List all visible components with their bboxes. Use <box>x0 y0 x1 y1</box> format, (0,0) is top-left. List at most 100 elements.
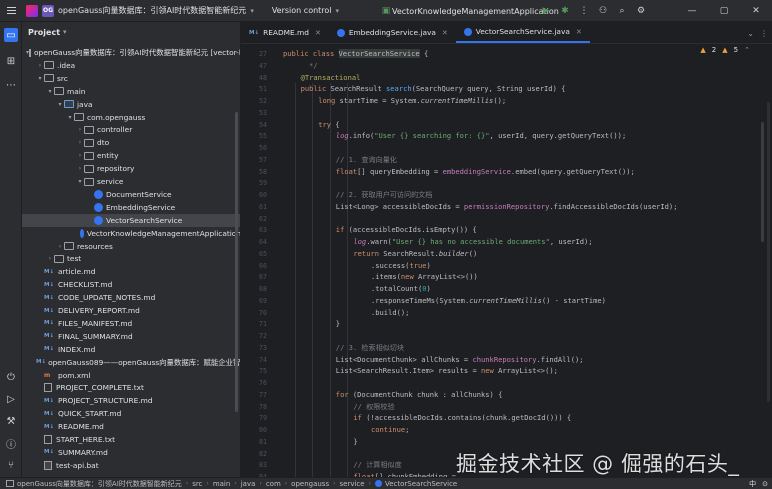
code-line[interactable]: List<Long> accessibleDocIds = permission… <box>336 201 678 213</box>
breadcrumb-item[interactable]: src <box>192 480 202 488</box>
tree-item[interactable]: PROJECT_COMPLETE.txt <box>22 381 240 394</box>
line-number[interactable]: 82 <box>239 450 267 458</box>
line-number[interactable]: 76 <box>239 379 267 387</box>
line-number[interactable]: 69 <box>239 297 267 305</box>
chevron-down-icon[interactable]: ▾ <box>336 7 340 15</box>
settings-icon[interactable]: ⚙ <box>635 5 647 17</box>
code-line[interactable]: float[] queryEmbedding = embeddingServic… <box>336 166 635 178</box>
breadcrumb-item[interactable]: VectorSearchService <box>375 480 457 488</box>
line-number[interactable]: 47 <box>239 62 267 70</box>
line-number[interactable]: 66 <box>239 262 267 270</box>
run-tool-icon[interactable]: ▷ <box>4 392 18 406</box>
line-number[interactable]: 64 <box>239 238 267 246</box>
close-icon[interactable]: ✕ <box>740 0 772 22</box>
line-number[interactable]: 55 <box>239 132 267 140</box>
line-number[interactable]: 60 <box>239 191 267 199</box>
tree-item[interactable]: M↓ CHECKLIST.md <box>22 278 240 291</box>
code-line[interactable]: for (DocumentChunk chunk : allChunks) { <box>336 389 503 401</box>
tree-item[interactable]: test-api.bat <box>22 459 240 472</box>
code-view[interactable]: public class VectorSearchService { */@Tr… <box>271 44 772 477</box>
tree-item[interactable]: M↓ README.md <box>22 420 240 433</box>
maximize-icon[interactable]: ▢ <box>708 0 740 22</box>
line-number[interactable]: 77 <box>239 391 267 399</box>
more-tools-icon[interactable]: ⋯ <box>4 78 18 92</box>
line-number[interactable]: 67 <box>239 273 267 281</box>
services-tool-icon[interactable]: ⏻ <box>4 370 18 384</box>
breadcrumb-item[interactable]: opengauss <box>291 480 329 488</box>
code-line[interactable]: List<SearchResult.Item> results = new Ar… <box>336 365 558 377</box>
line-number[interactable]: 53 <box>239 109 267 117</box>
tree-item[interactable]: › resources <box>22 240 240 253</box>
code-line[interactable]: return SearchResult.builder() <box>353 248 477 260</box>
line-number[interactable]: 62 <box>239 215 267 223</box>
chevron-right-icon[interactable]: › <box>46 255 54 262</box>
editor-tab[interactable]: M↓ README.md ✕ <box>241 22 329 43</box>
tree-item[interactable]: › repository <box>22 162 240 175</box>
chevron-down-icon[interactable]: ▾ <box>250 7 254 15</box>
tree-item[interactable]: M↓ PROJECT_STRUCTURE.md <box>22 394 240 407</box>
line-number[interactable]: 58 <box>239 168 267 176</box>
more-icon[interactable]: ⋮ <box>578 5 590 17</box>
breadcrumb-item[interactable]: openGauss向量数据库：引领AI时代数据智能新纪元 <box>6 479 182 489</box>
code-line[interactable]: if (!accessibleDocIds.contains(chunk.get… <box>353 412 571 424</box>
line-number[interactable]: 80 <box>239 426 267 434</box>
code-line[interactable]: if (accessibleDocIds.isEmpty()) { <box>336 224 477 236</box>
more-icon[interactable]: ⋮ <box>760 29 768 38</box>
code-line[interactable]: public class VectorSearchService { <box>283 48 428 60</box>
code-line[interactable]: // 1. 查询向量化 <box>336 154 397 166</box>
tree-item[interactable]: ▾ java <box>22 98 240 111</box>
code-line[interactable]: // 权限校验 <box>353 401 394 413</box>
debug-icon[interactable]: ✱ <box>559 5 571 17</box>
editor-scrollbar-track[interactable] <box>767 102 770 402</box>
code-line[interactable]: } <box>336 318 340 330</box>
line-number[interactable]: 74 <box>239 356 267 364</box>
code-line[interactable]: List<DocumentChunk> allChunks = chunkRep… <box>336 354 584 366</box>
chevron-right-icon[interactable]: › <box>56 243 64 250</box>
project-panel-header[interactable]: Project ▾ <box>22 22 240 42</box>
line-number[interactable]: 83 <box>239 461 267 469</box>
tree-item[interactable]: M↓ SUMMARY.md <box>22 446 240 459</box>
tree-item[interactable]: M↓ article.md <box>22 265 240 278</box>
line-number[interactable]: 54 <box>239 121 267 129</box>
line-number[interactable]: 79 <box>239 414 267 422</box>
project-tree-scrollbar[interactable] <box>235 112 238 412</box>
project-switcher[interactable]: openGauss向量数据库：引领AI时代数据智能新纪元 <box>58 5 246 16</box>
code-line[interactable]: public SearchResult search(SearchQuery q… <box>301 83 566 95</box>
version-control-menu[interactable]: Version control <box>272 6 332 15</box>
chevron-right-icon[interactable]: › <box>76 139 84 146</box>
line-number[interactable]: 71 <box>239 320 267 328</box>
code-line[interactable]: // 2. 获取用户可访问的文档 <box>336 189 433 201</box>
code-line[interactable]: log.info("User {} searching for: {}", us… <box>336 130 626 142</box>
editor-scrollbar-thumb[interactable] <box>761 122 764 242</box>
build-tool-icon[interactable]: ⚒ <box>4 414 18 428</box>
tree-item[interactable]: › .idea <box>22 59 240 72</box>
chevron-down-icon[interactable]: ▾ <box>66 114 74 121</box>
line-number[interactable]: 78 <box>239 403 267 411</box>
editor-tab[interactable]: VectorSearchService.java ✕ <box>455 22 590 43</box>
code-line[interactable]: .totalCount(0) <box>371 283 431 295</box>
tree-item[interactable]: VectorKnowledgeManagementApplication <box>22 227 240 240</box>
tree-item[interactable]: ▾ openGauss向量数据库：引领AI时代数据智能新纪元 [vector-kn… <box>22 46 240 59</box>
main-menu-icon[interactable] <box>0 0 22 22</box>
line-number[interactable]: 59 <box>239 179 267 187</box>
line-number[interactable]: 65 <box>239 250 267 258</box>
chevron-down-icon[interactable]: ▾ <box>56 101 64 108</box>
tree-item[interactable]: START_HERE.txt <box>22 433 240 446</box>
line-number[interactable]: 61 <box>239 203 267 211</box>
code-line[interactable]: .success(true) <box>371 260 431 272</box>
tree-item[interactable]: › dto <box>22 136 240 149</box>
code-line[interactable]: } <box>353 436 357 448</box>
chevron-down-icon[interactable]: ▾ <box>36 75 44 82</box>
code-line[interactable]: @Transactional <box>301 72 361 84</box>
tree-item[interactable]: M↓ CODE_UPDATE_NOTES.md <box>22 291 240 304</box>
line-number[interactable]: 27 <box>239 50 267 58</box>
code-line[interactable]: continue; <box>371 424 409 436</box>
line-number-gutter[interactable]: 27 47 48 51 52 53 54 55 56 57 58 59 60 61 62 63 64 65 66 67… <box>239 44 271 481</box>
code-line[interactable]: try { <box>318 119 339 131</box>
problems-tool-icon[interactable]: ⓘ <box>4 436 18 451</box>
line-number[interactable]: 68 <box>239 285 267 293</box>
editor-tab[interactable]: EmbeddingService.java ✕ <box>329 22 456 43</box>
tab-list-icon[interactable]: ⌄ <box>747 29 754 38</box>
line-number[interactable]: 63 <box>239 226 267 234</box>
line-number[interactable]: 48 <box>239 74 267 82</box>
